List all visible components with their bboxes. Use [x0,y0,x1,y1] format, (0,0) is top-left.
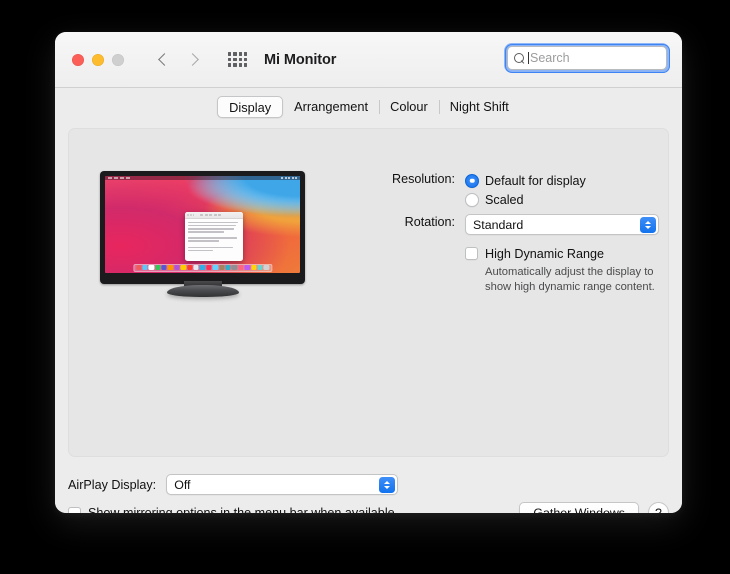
back-arrow-icon[interactable] [157,53,170,66]
menu-bar-status-icons [281,177,297,179]
search-icon [514,52,525,64]
search-placeholder: Search [530,51,570,65]
tab-display[interactable]: Display [217,96,284,118]
mirroring-label: Show mirroring options in the menu bar w… [88,506,395,513]
screen: Mi Monitor Search Display Arrangement Co… [0,0,730,574]
dock-icon [161,264,167,271]
tab-colour[interactable]: Colour [379,96,439,118]
tab-group: Display Arrangement Colour Night Shift [217,96,520,118]
monitor-bezel [100,171,305,284]
preview-window-text [185,219,243,252]
resolution-options: Default for display Scaled [465,171,659,209]
rotation-value: Standard [473,217,524,232]
rotation-row: Rotation: Standard [369,214,659,235]
dock-icon [167,264,174,271]
display-preview [100,171,305,297]
tab-arrangement[interactable]: Arrangement [283,96,379,118]
monitor-stand-base [166,285,239,297]
preview-document-window [185,212,243,261]
gather-windows-button[interactable]: Gather Windows [519,502,639,513]
preview-menu-bar [105,176,300,180]
dock-icon [231,264,238,271]
radio-scaled-label: Scaled [485,192,524,207]
hdr-spacer [369,244,455,245]
button-row: Gather Windows ? [519,502,669,513]
radio-button-icon-selected[interactable] [465,173,479,188]
chevron-updown-icon[interactable] [640,217,656,233]
radio-scaled[interactable]: Scaled [465,190,659,209]
dock-icon [148,264,155,271]
forward-arrow-icon[interactable] [187,53,200,66]
airplay-dropdown[interactable]: Off [166,474,399,495]
preview-window-toolbar [185,212,243,219]
airplay-label: AirPlay Display: [68,477,157,492]
resolution-row: Resolution: Default for display Scaled [369,171,659,209]
rotation-control: Standard [465,214,659,235]
dock-icon [263,264,270,271]
radio-button-icon[interactable] [465,192,479,207]
preview-dock [132,263,273,272]
dock-icon [193,264,199,271]
dock-icon [174,264,180,271]
help-button[interactable]: ? [648,502,669,513]
bottom-bar: AirPlay Display: Off Show mirroring opti… [55,457,682,513]
mirroring-checkbox-row[interactable]: Show mirroring options in the menu bar w… [68,506,395,513]
hdr-control: High Dynamic Range Automatically adjust … [465,244,659,295]
radio-default-label: Default for display [485,173,586,188]
title-bar: Mi Monitor Search [55,32,682,88]
dock-icon [187,264,193,271]
dock-icon [212,264,218,271]
radio-default-for-display[interactable]: Default for display [465,171,659,190]
tab-bar: Display Arrangement Colour Night Shift [55,88,682,126]
rotation-label: Rotation: [404,215,455,229]
dock-icon [218,264,225,271]
close-button-icon[interactable] [72,53,84,66]
dock-icon [155,264,161,271]
dock-icon [244,264,250,271]
menu-bar-items [108,177,130,179]
dock-icon [199,264,206,271]
dock-icon [142,264,148,271]
airplay-value: Off [174,477,191,492]
traffic-lights [72,53,124,66]
dock-icon [238,264,244,271]
hdr-label: High Dynamic Range [485,246,604,261]
dock-icon [225,264,231,271]
display-options-form: Resolution: Default for display Scaled R… [369,171,659,298]
hdr-row: High Dynamic Range Automatically adjust … [369,244,659,295]
dock-icon [206,264,212,271]
checkbox-icon[interactable] [465,247,478,260]
search-container: Search [504,43,670,73]
dock-icon [180,264,187,271]
minimize-button-icon[interactable] [92,53,104,66]
dock-icon [135,264,142,271]
resolution-label: Resolution: [391,172,455,186]
search-input[interactable]: Search [504,43,670,73]
window-title: Mi Monitor [264,51,337,68]
monitor-screen [105,176,300,273]
rotation-dropdown[interactable]: Standard [465,214,659,235]
chevron-updown-icon[interactable] [379,477,396,493]
hdr-checkbox-row[interactable]: High Dynamic Range [465,244,659,263]
hdr-help-text: Automatically adjust the display to show… [485,266,655,293]
dock-icon [257,264,263,271]
display-settings-panel: Resolution: Default for display Scaled R… [68,128,669,457]
show-all-grid-icon[interactable] [228,52,247,67]
airplay-row: AirPlay Display: Off [68,474,399,495]
dock-icon [250,264,257,271]
tab-night-shift[interactable]: Night Shift [438,96,520,118]
zoom-button-icon [112,53,124,66]
checkbox-icon[interactable] [68,506,81,513]
system-preferences-window: Mi Monitor Search Display Arrangement Co… [55,32,682,513]
text-caret [528,52,529,64]
navigation-arrows [157,53,200,66]
